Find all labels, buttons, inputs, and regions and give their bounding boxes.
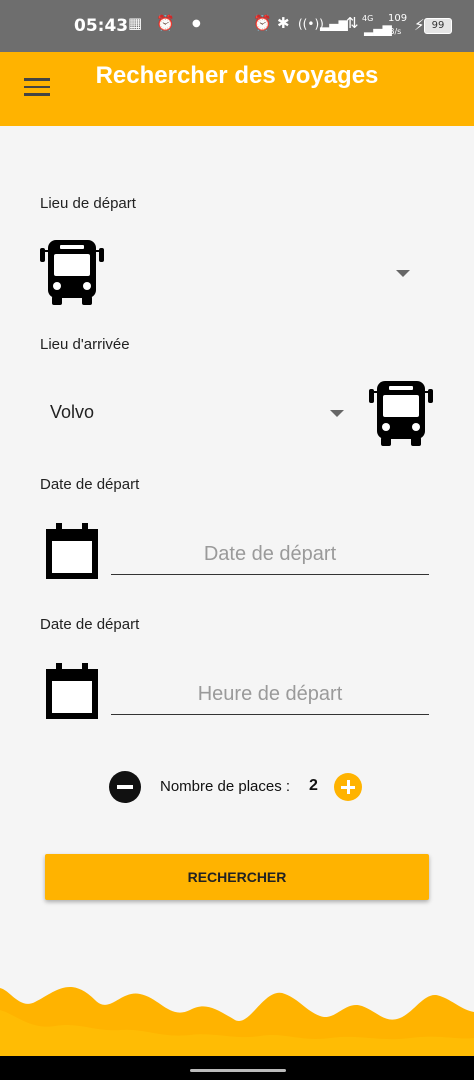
decrease-seats-button[interactable] xyxy=(109,771,141,803)
search-button[interactable]: RECHERCHER xyxy=(45,854,429,900)
signal-icon: ▂▄▆ xyxy=(320,17,348,31)
date-label: Date de départ xyxy=(40,476,140,493)
status-time: 05:43 xyxy=(74,16,129,36)
departure-select[interactable] xyxy=(110,240,420,304)
home-gesture-handle[interactable] xyxy=(190,1069,286,1072)
alarm-icon: ⏰ xyxy=(156,14,175,32)
increase-seats-button[interactable] xyxy=(334,773,362,801)
calendar-icon[interactable] xyxy=(46,523,98,579)
battery-indicator: 99 xyxy=(424,18,452,34)
decorative-wave xyxy=(0,987,474,1056)
alarm-icon: ⏰ xyxy=(253,14,272,32)
arrival-select[interactable]: Volvo xyxy=(50,402,94,423)
time-input[interactable] xyxy=(111,674,429,715)
navigation-bar xyxy=(0,1056,474,1080)
arrival-dropdown-arrow[interactable] xyxy=(330,410,344,417)
page-title: Rechercher des voyages xyxy=(95,62,379,89)
signal-icon: ▂▄▆ xyxy=(364,22,392,36)
data-arrows-icon: ⇅ xyxy=(346,14,359,32)
arrival-label: Lieu d'arrivée xyxy=(40,336,130,353)
keyboard-icon: ▦ xyxy=(128,14,143,32)
departure-label: Lieu de départ xyxy=(40,195,136,212)
status-bar: 05:43 ▦ ⏰ ● ⏰ ✱ ((•)) ▂▄▆ ⇅ 4G ▂▄▆ 109 B… xyxy=(0,0,474,52)
bus-icon xyxy=(369,381,433,446)
seats-count: 2 xyxy=(309,777,318,794)
date-input[interactable] xyxy=(111,534,429,575)
calendar-icon[interactable] xyxy=(46,663,98,719)
charging-icon: ⚡ xyxy=(414,16,425,34)
data-unit: B/s xyxy=(389,27,402,36)
time-label: Date de départ xyxy=(40,616,140,633)
dot-icon: ● xyxy=(192,18,201,29)
bluetooth-icon: ✱ xyxy=(277,14,290,32)
data-speed: 109 xyxy=(388,13,408,24)
bus-icon xyxy=(40,240,104,305)
seats-label: Nombre de places : xyxy=(160,778,291,795)
